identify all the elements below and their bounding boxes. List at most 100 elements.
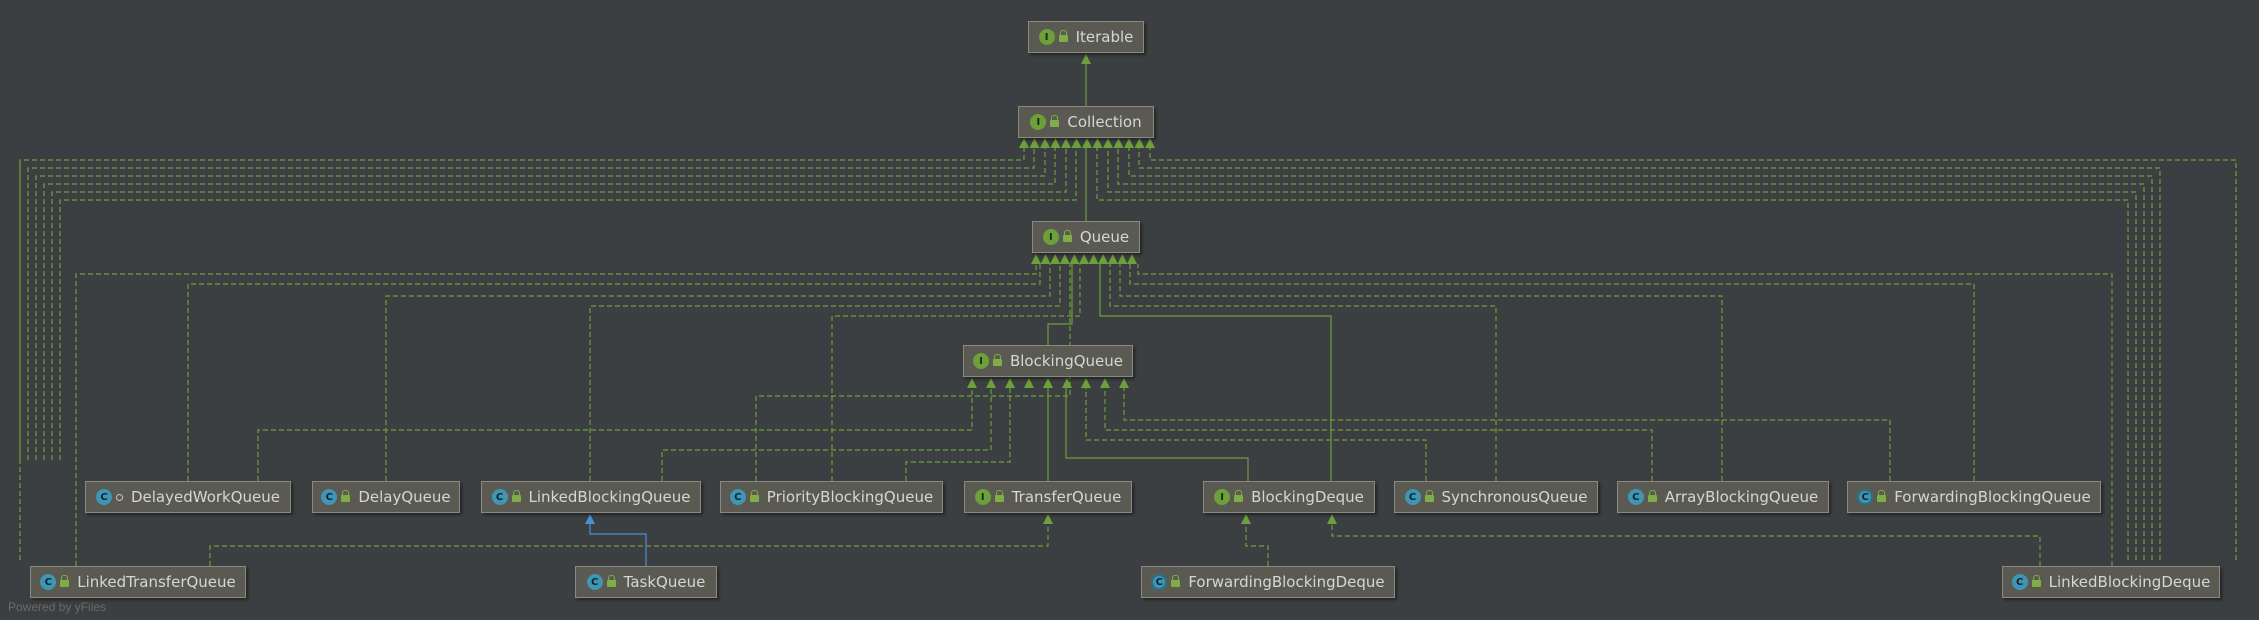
arrow-head [1088,254,1099,264]
node-forwarding-blocking-queue[interactable]: C ForwardingBlockingQueue [1847,481,2101,513]
edge-taskqueue-linkedblockingqueue [589,524,647,566]
node-label: LinkedBlockingDeque [2048,573,2211,591]
public-lock-icon [1234,489,1244,502]
edge-impl-collection [43,148,1056,460]
node-linked-blocking-queue[interactable]: C LinkedBlockingQueue [481,481,701,513]
arrow-head [1031,254,1041,264]
public-lock-icon [606,574,616,587]
arrow-head [1069,254,1080,264]
credit-text: Powered by yFiles [8,600,107,614]
arrow-head [1029,138,1040,148]
class-icon: C [321,489,338,505]
arrow-head [1113,138,1124,148]
diagram-canvas [19,54,2237,566]
arrow-head [1079,254,1089,264]
public-lock-icon [1171,574,1181,587]
node-forwarding-blocking-deque[interactable]: C ForwardingBlockingDeque [1141,566,1395,598]
arrow-head [1040,138,1050,148]
edge-impl-blockingqueue [661,386,992,481]
edge-impl-blockingqueue [1085,386,1427,481]
arrow-head [1127,254,1137,264]
class-icon: C [586,574,603,590]
arrow-head [1103,138,1113,148]
arrow-head [1061,138,1071,148]
node-priority-blocking-queue[interactable]: C PriorityBlockingQueue [720,481,943,513]
class-icon: C [1404,489,1421,505]
node-synchronous-queue[interactable]: C SynchronousQueue [1394,481,1598,513]
node-linked-transfer-queue[interactable]: C LinkedTransferQueue [30,566,246,598]
node-linked-blocking-deque[interactable]: C LinkedBlockingDeque [2002,566,2220,598]
node-blocking-deque[interactable]: I BlockingDeque [1203,481,1375,513]
node-label: ArrayBlockingQueue [1664,488,1819,506]
arrow-head [1145,138,1155,148]
node-label: BlockingQueue [1009,352,1124,370]
arrow-head [1124,138,1134,148]
arrow-head [1092,138,1103,148]
node-label: DelayQueue [358,488,451,506]
public-lock-icon [341,489,351,502]
node-label: LinkedTransferQueue [77,573,236,591]
arrow-head [1081,54,1091,64]
arrow-head [1019,138,1029,148]
edge-impl-queue [1119,264,1723,481]
arrow-head [1043,514,1053,524]
interface-icon: I [972,353,989,369]
edge-impl-queue [385,264,1051,481]
abstract-class-icon: C [1151,574,1168,590]
node-transfer-queue[interactable]: I TransferQueue [964,481,1132,513]
arrow-head [1005,378,1015,388]
node-blocking-queue[interactable]: I BlockingQueue [963,345,1133,377]
edge-impl-blockingqueue [1104,386,1653,481]
arrow-head [1050,254,1061,264]
edge-impl-queue [1137,264,2113,566]
arrow-head [1040,254,1051,264]
class-icon: C [1627,489,1644,505]
node-queue[interactable]: I Queue [1032,221,1140,253]
arrow-head [1059,254,1070,264]
class-icon: C [729,489,746,505]
node-collection[interactable]: I Collection [1018,106,1154,138]
public-lock-icon [1877,489,1887,502]
edge-linkedtransferqueue-transferqueue [209,524,1049,566]
edge-impl-collection [35,148,1046,460]
arrow-head [1071,138,1082,148]
node-label: SynchronousQueue [1441,488,1588,506]
node-label: PriorityBlockingQueue [766,488,934,506]
class-icon: C [40,574,57,590]
arrow-head [986,378,996,388]
arrow-head [1134,138,1145,148]
public-lock-icon [2031,574,2041,587]
public-lock-icon [1050,114,1060,127]
abstract-class-icon: C [1857,489,1874,505]
public-lock-icon [1424,489,1434,502]
public-lock-icon [994,489,1004,502]
edge-impl-collection [59,148,1077,460]
node-array-blocking-queue[interactable]: C ArrayBlockingQueue [1617,481,1829,513]
edge-impl-queue [75,264,1037,566]
node-label: TransferQueue [1011,488,1122,506]
edge-impl-blockingqueue [905,386,1011,481]
public-lock-icon [511,489,521,502]
node-label: Iterable [1075,28,1134,46]
arrow-head [1327,514,1337,524]
edge-blockingdeque-blockingqueue [1065,386,1249,481]
arrow-head [1241,514,1251,524]
node-label: ForwardingBlockingDeque [1188,573,1385,591]
node-delayed-work-queue[interactable]: C DelayedWorkQueue [85,481,291,513]
node-label: TaskQueue [623,573,706,591]
package-private-icon [115,493,123,501]
public-lock-icon [749,489,759,502]
edge-impl-collection [27,148,1035,460]
edge-linkedblockingdeque-blockingdeque [1331,524,2041,566]
node-delay-queue[interactable]: C DelayQueue [312,481,460,513]
interface-icon: I [1038,29,1055,45]
node-label: ForwardingBlockingQueue [1894,488,2091,506]
class-icon: C [491,489,508,505]
node-task-queue[interactable]: C TaskQueue [575,566,717,598]
arrow-head [1098,254,1109,264]
interface-icon: I [974,489,991,505]
node-iterable[interactable]: I Iterable [1028,21,1144,53]
node-label: LinkedBlockingQueue [528,488,691,506]
node-label: Queue [1079,228,1130,246]
interface-icon: I [1030,114,1047,130]
